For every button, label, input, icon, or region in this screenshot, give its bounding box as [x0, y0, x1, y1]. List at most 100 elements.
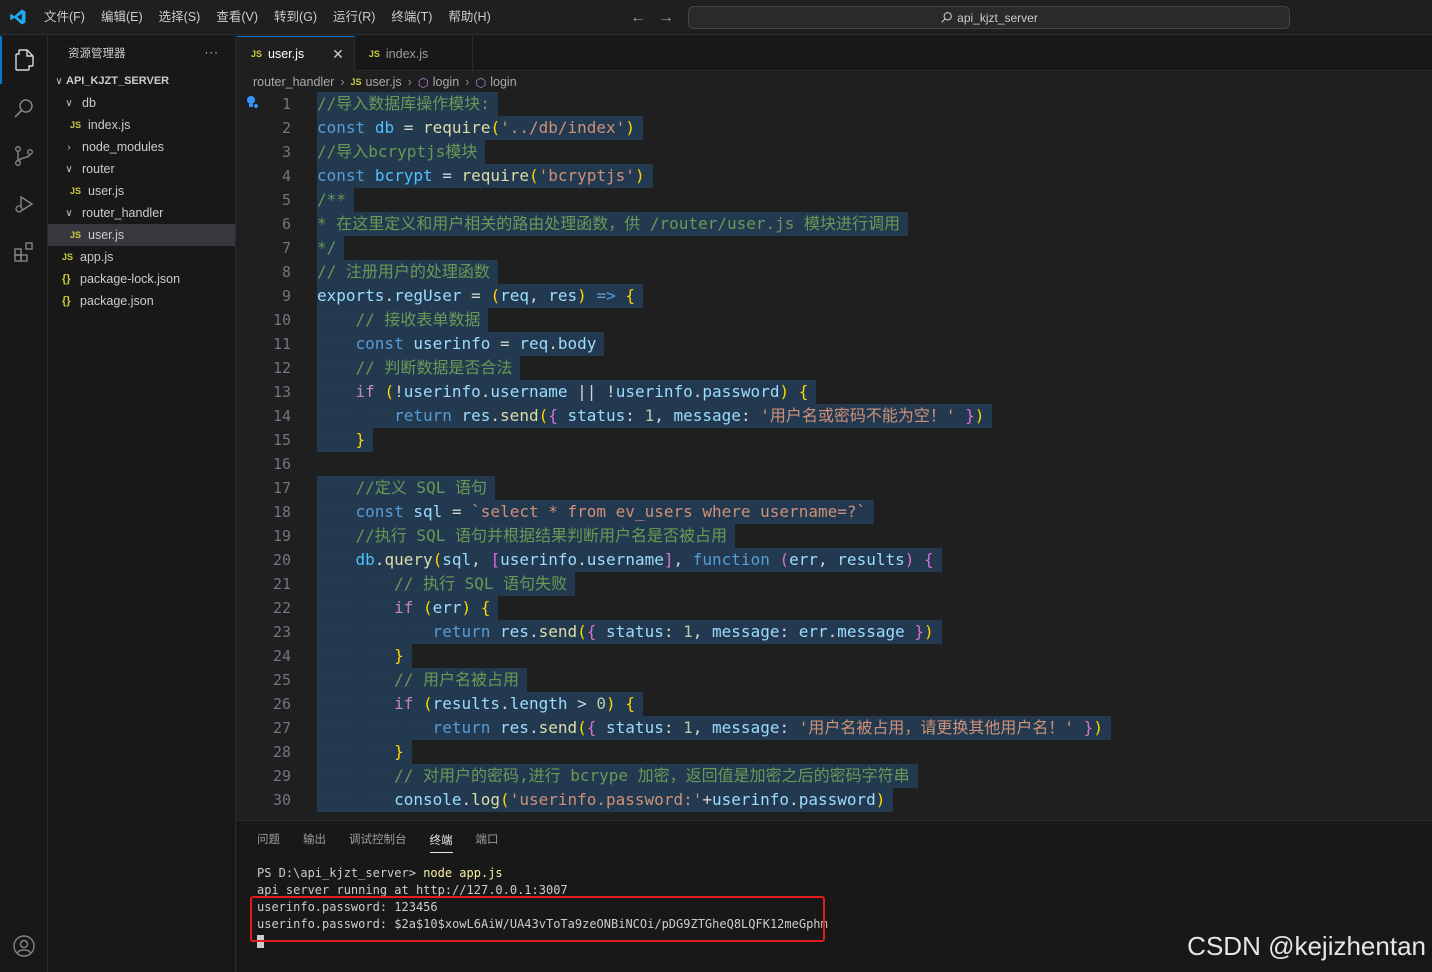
- code-text: /**: [317, 188, 354, 212]
- line-number: 1: [281, 95, 291, 113]
- breadcrumb: router_handler › JS user.js › ⬡ login › …: [237, 71, 1432, 93]
- tab-terminal[interactable]: 终端: [429, 832, 453, 853]
- tree-item[interactable]: ∨ db: [48, 92, 235, 114]
- menu-selection[interactable]: 选择(S): [151, 0, 209, 35]
- run-debug-icon[interactable]: [0, 180, 48, 228]
- tree-item[interactable]: {} package-lock.json: [48, 268, 235, 290]
- tab-problems[interactable]: 问题: [257, 831, 280, 847]
- back-arrow-icon[interactable]: ←: [630, 9, 646, 27]
- menu-file[interactable]: 文件(F): [36, 0, 93, 35]
- tree-item[interactable]: {} package.json: [48, 290, 235, 312]
- code-text: ········if (err) {: [317, 596, 499, 620]
- line-number: 25: [272, 671, 291, 689]
- code-line: 18 ····const sql = `select * from ev_user…: [237, 500, 1432, 524]
- tab-debug-console[interactable]: 调试控制台: [349, 831, 407, 847]
- search-view-icon[interactable]: [0, 84, 48, 132]
- tab-output[interactable]: 输出: [303, 831, 326, 847]
- code-editor[interactable]: 1 //导入数据库操作模块: 2 const db = require('../db/…: [237, 92, 1432, 820]
- code-text: ····//定义 SQL 语句: [317, 476, 495, 500]
- chevron-down-icon: ∨: [65, 207, 73, 219]
- code-line: 2 const db = require('../db/index'): [237, 116, 1432, 140]
- watermark: CSDN @kejizhentan: [1187, 931, 1426, 961]
- code-text: ····// 接收表单数据: [317, 308, 489, 332]
- breadcrumb-symbol-2[interactable]: login: [490, 75, 516, 89]
- breadcrumb-symbol[interactable]: login: [433, 75, 459, 89]
- code-line: 27 ············return res.send({ status: …: [237, 716, 1432, 740]
- symbol-method-icon: ⬡: [475, 75, 487, 90]
- line-number: 26: [272, 695, 291, 713]
- extensions-icon[interactable]: [0, 228, 48, 276]
- code-line: 4 const bcrypt = require('bcryptjs'): [237, 164, 1432, 188]
- code-line: 3 //导入bcryptjs模块: [237, 140, 1432, 164]
- root-folder[interactable]: ∨ API_KJZT_SERVER: [48, 70, 235, 92]
- menu-terminal[interactable]: 终端(T): [383, 0, 440, 35]
- explorer-sidebar: 资源管理器 ··· ∨ API_KJZT_SERVER ∨ db JS index.j…: [48, 36, 236, 972]
- js-file-icon: JS: [251, 49, 263, 59]
- code-text: ····const sql = `select * from ev_users …: [317, 500, 875, 524]
- chevron-down-icon: ∨: [65, 97, 73, 109]
- tree-item-label: router: [82, 162, 115, 176]
- js-file-icon: JS: [368, 48, 380, 59]
- code-text: ····//执行 SQL 语句并根据结果判断用户名是否被占用: [317, 524, 735, 548]
- code-line: 17 ····//定义 SQL 语句: [237, 476, 1432, 500]
- code-line: 10 ····// 接收表单数据: [237, 308, 1432, 332]
- tab-ports[interactable]: 端口: [476, 831, 499, 847]
- code-line: 22 ········if (err) {: [237, 596, 1432, 620]
- explorer-icon[interactable]: [0, 36, 48, 84]
- vscode-logo-icon: [0, 0, 36, 35]
- editor-tabs: JS user.js ✕ JS index.js: [237, 36, 1432, 71]
- code-text: ········return res.send({ status: 1, mes…: [317, 404, 993, 428]
- code-line: 15 ····}: [237, 428, 1432, 452]
- line-number: 8: [281, 263, 291, 281]
- line-number: 3: [281, 143, 291, 161]
- tree-item[interactable]: ∨ router_handler: [48, 202, 235, 224]
- line-number: 9: [281, 287, 291, 305]
- code-text: //导入数据库操作模块:: [317, 92, 498, 116]
- menu-edit[interactable]: 编辑(E): [93, 0, 151, 35]
- tree-item[interactable]: JS index.js: [48, 114, 235, 136]
- more-actions-icon[interactable]: ···: [205, 47, 220, 59]
- accounts-icon[interactable]: [0, 922, 48, 970]
- code-line: 23 ············return res.send({ status: …: [237, 620, 1432, 644]
- line-number: 4: [281, 167, 291, 185]
- code-text: * 在这里定义和用户相关的路由处理函数，供 /router/user.js 模块…: [317, 212, 909, 236]
- code-text: ········// 执行 SQL 语句失败: [317, 572, 576, 596]
- menu-run[interactable]: 运行(R): [325, 0, 383, 35]
- forward-arrow-icon[interactable]: →: [658, 9, 674, 27]
- menu-go[interactable]: 转到(G): [266, 0, 325, 35]
- code-text: ········}: [317, 644, 412, 668]
- symbol-method-icon: ⬡: [417, 75, 429, 90]
- line-number: 28: [272, 743, 291, 761]
- code-text: const bcrypt = require('bcryptjs'): [317, 164, 653, 188]
- code-text: const db = require('../db/index'): [317, 116, 643, 140]
- annotation-highlight-box: [250, 896, 825, 942]
- code-line: 20 ····db.query(sql, [userinfo.username],…: [237, 548, 1432, 572]
- code-line: 19 ····//执行 SQL 语句并根据结果判断用户名是否被占用: [237, 524, 1432, 548]
- tree-item[interactable]: JS user.js: [48, 224, 235, 246]
- tree-item[interactable]: › node_modules: [48, 136, 235, 158]
- menu-help[interactable]: 帮助(H): [440, 0, 498, 35]
- chevron-right-icon: ›: [465, 75, 470, 89]
- code-line: 25 ········// 用户名被占用: [237, 668, 1432, 692]
- breadcrumb-folder[interactable]: router_handler: [253, 75, 334, 89]
- close-icon[interactable]: ✕: [332, 46, 344, 63]
- tree-item[interactable]: JS app.js: [48, 246, 235, 268]
- code-text: ····}: [317, 428, 374, 452]
- tree-item-label: router_handler: [82, 206, 164, 220]
- line-number: 15: [272, 431, 291, 449]
- tab-user-js[interactable]: JS user.js ✕: [237, 36, 355, 71]
- code-text: ····db.query(sql, [userinfo.username], f…: [317, 548, 942, 572]
- code-line: 14 ········return res.send({ status: 1, m…: [237, 404, 1432, 428]
- code-line: 21 ········// 执行 SQL 语句失败: [237, 572, 1432, 596]
- code-text: ····if (!userinfo.username || !userinfo.…: [317, 380, 817, 404]
- tab-index-js[interactable]: JS index.js: [355, 36, 474, 71]
- tree-item[interactable]: ∨ router: [48, 158, 235, 180]
- breadcrumb-file[interactable]: user.js: [366, 75, 402, 89]
- command-center-search[interactable]: api_kjzt_server: [688, 6, 1290, 29]
- code-line: 26 ········if (results.length > 0) {: [237, 692, 1432, 716]
- menu-view[interactable]: 查看(V): [208, 0, 266, 35]
- tree-item[interactable]: JS user.js: [48, 180, 235, 202]
- js-file-icon: JS: [62, 252, 74, 262]
- panel-tabs: 问题 输出 调试控制台 终端 端口: [237, 821, 1432, 857]
- source-control-icon[interactable]: [0, 132, 48, 180]
